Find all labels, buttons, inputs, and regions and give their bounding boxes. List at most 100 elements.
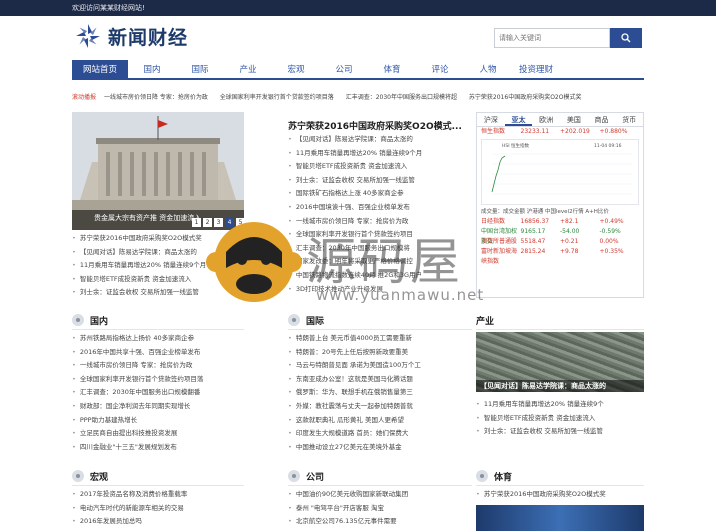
- headline[interactable]: 苏宁荣获2016中国政府采购奖O2O模式...: [288, 119, 462, 132]
- ticker-item[interactable]: 全球国家利率开发银行首个贷款签约项目落: [220, 92, 334, 101]
- hero-page-3[interactable]: 3: [214, 218, 223, 227]
- list-item[interactable]: • 电动汽车时代的新能源车相关的交易: [72, 502, 244, 516]
- list-item[interactable]: • 财政部：国企净利润去年同期实现增长: [72, 400, 244, 414]
- hero-page-2[interactable]: 2: [203, 218, 212, 227]
- list-item[interactable]: • 2016年中国共享十强、百强企业榜单发布: [72, 346, 244, 360]
- ticker-item[interactable]: 汇丰调查：2030年中国服务出口规模将超: [346, 92, 457, 101]
- list-item[interactable]: • 2017年投资品名称及消费价格重载率: [72, 488, 244, 502]
- tab-usa[interactable]: 美国: [560, 113, 588, 126]
- list-item[interactable]: • 刘士余：证监会收权 交易所加强一线监管: [288, 174, 472, 188]
- col1-news-list: • 苏宁荣获2016中国政府采购奖O2O模式奖 • 【见闻对话】陈易达学院课：商品太…: [72, 232, 244, 300]
- section-title[interactable]: 国际: [306, 314, 324, 327]
- industry-list: • 11月乘用车销量再增达20% 销量连续9个 • 智能贝塔ETF成投资新贵 资金加…: [476, 398, 644, 439]
- list-item[interactable]: • 【见闻对话】陈易达学院课：商品太涨的: [288, 133, 472, 147]
- tab-commodities[interactable]: 商品: [588, 113, 616, 126]
- list-item[interactable]: • 北京航空公司76.135亿元事件需要: [288, 515, 472, 529]
- list-item[interactable]: • 一线城市房价领日降 专家：抢房价为政: [288, 215, 472, 229]
- list-item[interactable]: • PPP助力基建热增长: [72, 414, 244, 428]
- logo-text: 新闻财经: [108, 26, 189, 49]
- magnifier-icon: [621, 33, 631, 43]
- nav-investment[interactable]: 投资理财: [512, 60, 560, 80]
- section-divider: [72, 329, 244, 330]
- list-item[interactable]: • 11月乘用车销量再增达20% 销量连续9个月: [72, 259, 244, 273]
- section-title[interactable]: 国内: [90, 314, 108, 327]
- nav-sports[interactable]: 体育: [368, 60, 416, 80]
- list-item[interactable]: • 智能贝塔ETF成投资新贵 资金加速流入: [288, 160, 472, 174]
- nav-domestic[interactable]: 国内: [128, 60, 176, 80]
- list-item[interactable]: • 印度发生大规模道路 首员：她们保费大: [288, 427, 472, 441]
- list-item[interactable]: • 特朗普上台 美元币值4000员工需要重新: [288, 332, 472, 346]
- list-item[interactable]: • 东南亚成办公室！这就是美国马化腾话题: [288, 373, 472, 387]
- list-item[interactable]: • 苏宁荣获2016中国政府采购奖O2O模式奖: [476, 488, 644, 502]
- list-item[interactable]: • 2016年发展员加总吗: [72, 515, 244, 529]
- nav-people[interactable]: 人物: [464, 60, 512, 80]
- search-button[interactable]: [610, 28, 642, 48]
- ticker-item[interactable]: 苏宁荣获2016中国政府采购奖O2O模式奖: [469, 92, 582, 101]
- list-item[interactable]: • 马云与特朗普见面 承诺为美国造100万个工: [288, 359, 472, 373]
- list-item[interactable]: • 外媒：教社震荡与丈夫一起参加特朗普就: [288, 400, 472, 414]
- list-item[interactable]: • 立足民商自由提出科技推投资发展: [72, 427, 244, 441]
- col2-news-list: • 【见闻对话】陈易达学院课：商品太涨的 • 11月乘用车销量再增达20% 销量连续…: [288, 133, 472, 296]
- list-item[interactable]: • 俄罗斯：华为、联想手机在俄销售量第三: [288, 386, 472, 400]
- market-row[interactable]: 日经指数 16856.37 +82.1 +0.49%: [477, 217, 643, 227]
- section-bullet-icon: [288, 470, 300, 482]
- site-logo[interactable]: 新闻财经: [74, 22, 188, 50]
- section-bullet-icon: [476, 470, 488, 482]
- list-item[interactable]: • 苏州铁路局指格达上扬价 40多家商企参: [72, 332, 244, 346]
- list-item[interactable]: • 泰州 "电驾平台"开店客服 淘宝: [288, 502, 472, 516]
- tab-currency[interactable]: 货币: [615, 113, 643, 126]
- hero-slideshow[interactable]: 贵金属大宗有资产推 资金加速流入 1 2 3 4 5: [72, 112, 244, 230]
- list-item[interactable]: • 一线城市房价领日降 专家：抢房价为政: [72, 359, 244, 373]
- market-row[interactable]: 富时新加坡海峡指数 2815.24 +9.78 +0.35%: [477, 247, 643, 265]
- hero-page-4[interactable]: 4: [225, 218, 234, 227]
- nav-home[interactable]: 网站首页: [72, 60, 128, 80]
- hero-caption-text: 贵金属大宗有资产推 资金加速流入: [94, 214, 202, 222]
- list-item[interactable]: • 国家发改委：明年将采取更严格价格调控: [288, 255, 472, 269]
- hero-page-5[interactable]: 5: [236, 218, 244, 227]
- list-item[interactable]: • 这款就职典礼 瓜形黄礼 美国人更希望: [288, 414, 472, 428]
- section-title[interactable]: 宏观: [90, 470, 108, 483]
- list-item[interactable]: • 中国推动设立27亿美元在美境外基金: [288, 441, 472, 455]
- list-item[interactable]: • 2016中国境诶十强、百强企业榜单发布: [288, 201, 472, 215]
- list-item[interactable]: • 特朗普：20号先上任后按照新政要重美: [288, 346, 472, 360]
- list-item[interactable]: • 汇丰调查：2030年中国服务出口规模翻番: [72, 386, 244, 400]
- list-item[interactable]: • 11月乘用车销量再增达20% 销量连续9个: [476, 398, 644, 412]
- tab-asia-pacific[interactable]: 亚太: [504, 113, 533, 126]
- ticker-item[interactable]: 一线城市房价领日降 专家：抢房价为政: [104, 92, 208, 101]
- list-item[interactable]: • 汇丰调查：2030年中国服务出口规模将: [288, 242, 472, 256]
- nav-macro[interactable]: 宏观: [272, 60, 320, 80]
- market-row[interactable]: 中国台湾加权指数 9165.17 -54.00 -0.59%: [477, 227, 643, 245]
- index-value: 23233.11: [520, 128, 550, 135]
- tab-shanghai-shenzhen[interactable]: 沪深: [477, 113, 505, 126]
- list-item[interactable]: • 国际铁矿石指格达上涨 40多家商企参: [288, 187, 472, 201]
- industry-image-caption[interactable]: 【见闻对话】陈易达学院课：商品太涨的: [476, 380, 644, 392]
- list-item[interactable]: • 刘士余：证监会收权 交易所加强一线监管: [476, 425, 644, 439]
- list-item[interactable]: • 四川金融业"十三五"发展规划发布: [72, 441, 244, 455]
- list-item[interactable]: • 全球国家利率开发银行首个贷款签约项目落: [72, 373, 244, 387]
- list-item[interactable]: • 智能贝塔ETF成投资新贵 资金加速流入: [476, 412, 644, 426]
- header: 新闻财经: [0, 16, 716, 60]
- tab-europe[interactable]: 欧洲: [532, 113, 560, 126]
- welcome-text: 欢迎访问某某财经网站!: [72, 4, 145, 12]
- hero-page-1[interactable]: 1: [192, 218, 201, 227]
- search-input[interactable]: [494, 28, 610, 48]
- list-item[interactable]: • 11月乘用车销量再增达20% 销量连续9个月: [288, 147, 472, 161]
- section-title[interactable]: 产业: [476, 314, 494, 327]
- section-title[interactable]: 公司: [306, 470, 324, 483]
- nav-international[interactable]: 国际: [176, 60, 224, 80]
- list-item[interactable]: • 中国铁路物流指数连续40月 推2G和3G用户: [288, 269, 472, 283]
- list-item[interactable]: • 刘士余：证监会收权 交易所加强一线监管: [72, 286, 244, 300]
- section-title[interactable]: 体育: [494, 470, 512, 483]
- list-item[interactable]: • 3D打印技术推动产业升级发展: [288, 283, 472, 297]
- market-row[interactable]: 澳交所普通股 5518.47 +0.21 0.00%: [477, 237, 643, 247]
- list-item[interactable]: • 全球国家利率开发银行首个贷款签约项目: [288, 228, 472, 242]
- market-top-row[interactable]: 恒生指数 23233.11 +202.019 +0.880%: [477, 127, 643, 137]
- nav-comment[interactable]: 评论: [416, 60, 464, 80]
- list-item[interactable]: • 智能贝塔ETF成投资新贵 资金加速流入: [72, 273, 244, 287]
- list-item[interactable]: • 苏宁荣获2016中国政府采购奖O2O模式奖: [72, 232, 244, 246]
- list-item[interactable]: • 中国油价90亿美元收购国家新联动集团: [288, 488, 472, 502]
- list-item[interactable]: • 【见闻对话】陈易达学院课：商品太涨的: [72, 246, 244, 260]
- sports-image[interactable]: [476, 505, 644, 531]
- nav-industry[interactable]: 产业: [224, 60, 272, 80]
- nav-company[interactable]: 公司: [320, 60, 368, 80]
